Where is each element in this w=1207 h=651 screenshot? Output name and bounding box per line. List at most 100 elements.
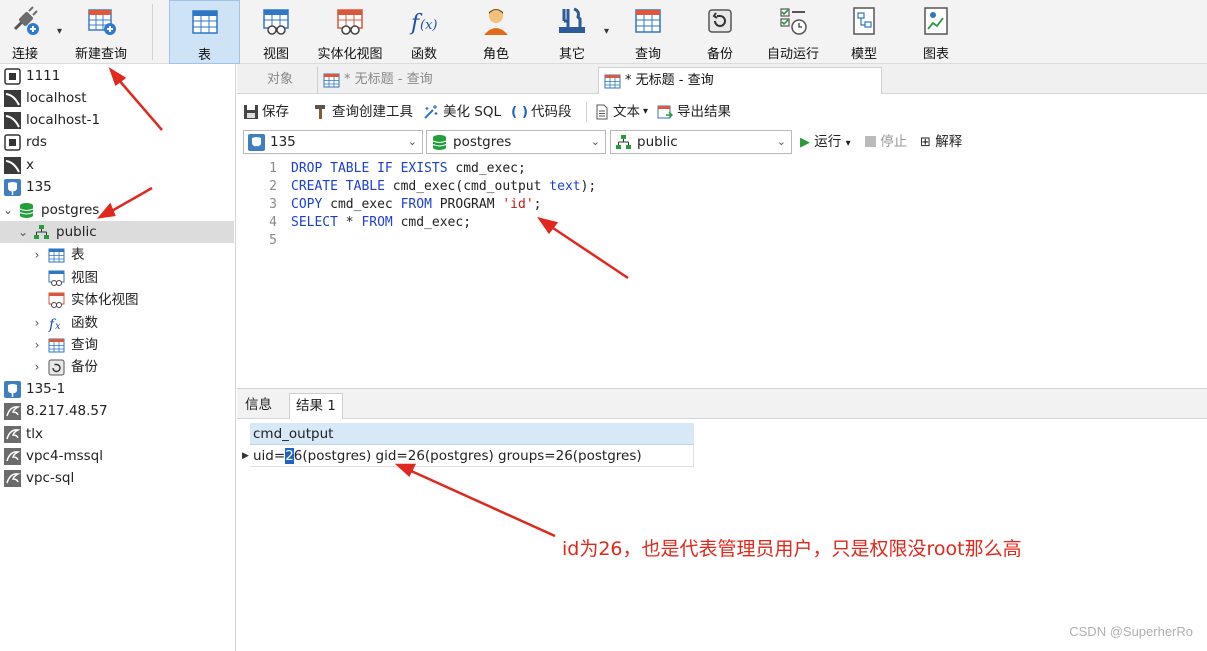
chevron-right-icon[interactable]: › (31, 244, 43, 266)
chevron-down-icon: ⌄ (776, 135, 786, 148)
connect-dropdown-arrow[interactable]: ▾ (57, 26, 62, 37)
role-button[interactable]: 角色 (472, 0, 520, 64)
code-snippet-button[interactable]: ( ) 代码段 (511, 101, 579, 123)
schema-select[interactable]: public ⌄ (610, 130, 792, 154)
sqlserver-icon (4, 403, 21, 420)
tab-query-untitled-active[interactable]: * 无标题 - 查询 (598, 67, 882, 94)
tree-item-connection[interactable]: x (0, 154, 234, 176)
model-icon (853, 7, 875, 35)
tree-item-tables[interactable]: › 表 (0, 244, 234, 266)
export-result-button[interactable]: 导出结果 (657, 101, 747, 123)
line-number: 4 (269, 215, 277, 230)
tree-item-connection[interactable]: 8.217.48.57 (0, 400, 234, 422)
function-button[interactable]: f (x) 函数 (398, 0, 450, 64)
sql-text: cmd_exec (322, 197, 401, 212)
sql-keyword: DROP TABLE IF EXISTS (291, 161, 448, 176)
line-number: 3 (269, 197, 277, 212)
sql-editor[interactable]: 1 2 3 4 5 DROP TABLE IF EXISTS cmd_exec;… (237, 157, 1207, 388)
database-icon (432, 135, 447, 150)
result-cell[interactable]: uid=26(postgres) gid=26(postgres) groups… (253, 445, 642, 467)
materialized-view-button[interactable]: 实体化视图 (312, 0, 388, 64)
result-tab-bar: 信息 结果 1 (237, 389, 1207, 419)
query-button[interactable]: 查询 (624, 0, 672, 64)
tree-item-connection[interactable]: 135-1 (0, 378, 234, 400)
other-button[interactable]: 其它 (548, 0, 596, 64)
tree-item-database[interactable]: ⌄ postgres (0, 199, 234, 221)
query-toolbar: 保存 查询创建工具 美化 SQL ( ) 代码段 文本 ▾ 导出结果 (237, 96, 1207, 128)
text-dropdown-arrow[interactable]: ▾ (643, 101, 648, 123)
line-number: 1 (269, 161, 277, 176)
chevron-right-icon[interactable]: › (31, 312, 43, 334)
query-icon (48, 338, 65, 353)
mysql-icon (4, 157, 21, 174)
tree-item-schema[interactable]: ⌄ public (0, 221, 234, 243)
tree-item-connection[interactable]: rds (0, 131, 234, 153)
play-icon: ▶ (800, 135, 810, 150)
connect-button[interactable]: 连接 (2, 0, 48, 64)
save-button[interactable]: 保存 (243, 101, 295, 123)
view-button[interactable]: 视图 (248, 0, 304, 64)
stop-button[interactable]: 停止 (865, 130, 917, 154)
tree-item-functions[interactable]: › fx 函数 (0, 312, 234, 334)
chart-button[interactable]: 图表 (912, 0, 960, 64)
query-icon (635, 9, 661, 33)
tree-item-connection[interactable]: 1111 (0, 65, 234, 87)
tree-item-backups[interactable]: › 备份 (0, 356, 234, 378)
tab-info[interactable]: 信息 (239, 393, 278, 419)
tab-result-1[interactable]: 结果 1 (289, 393, 343, 419)
tree-item-connection[interactable]: localhost (0, 87, 234, 109)
tree-item-connection[interactable]: vpc-sql (0, 467, 234, 489)
sql-string: 'id' (502, 197, 534, 212)
run-button[interactable]: ▶ 运行 ▾ (800, 130, 864, 154)
database-select[interactable]: postgres ⌄ (426, 130, 606, 154)
run-dropdown-arrow[interactable]: ▾ (846, 138, 851, 149)
tree-item-connection[interactable]: tlx (0, 423, 234, 445)
query-icon (323, 73, 340, 88)
other-dropdown-arrow[interactable]: ▾ (604, 26, 609, 37)
chevron-right-icon[interactable]: › (31, 334, 43, 356)
connection-select[interactable]: 135 ⌄ (243, 130, 423, 154)
new-query-button[interactable]: 新建查询 (68, 0, 134, 64)
chevron-down-icon: ⌄ (407, 135, 417, 148)
magic-wand-icon (424, 105, 438, 119)
chevron-down-icon[interactable]: ⌄ (2, 199, 14, 221)
backup-button[interactable]: 备份 (696, 0, 744, 64)
svg-text:(x): (x) (420, 18, 437, 33)
query-builder-button[interactable]: 查询创建工具 (313, 101, 417, 123)
column-header[interactable]: cmd_output (250, 423, 694, 445)
document-icon (596, 104, 608, 120)
sqlserver-icon (4, 470, 21, 487)
beautify-sql-button[interactable]: 美化 SQL (423, 101, 511, 123)
mysql-icon (4, 112, 21, 129)
table-button[interactable]: 表 (169, 0, 240, 64)
model-button[interactable]: 模型 (840, 0, 888, 64)
table-row[interactable]: ▶ uid=26(postgres) gid=26(postgres) grou… (242, 445, 694, 467)
hammer-icon (315, 105, 325, 119)
tree-item-materialized-views[interactable]: 实体化视图 (0, 289, 234, 311)
sql-text: cmd_exec; (447, 161, 526, 176)
automation-button[interactable]: 自动运行 (760, 0, 826, 64)
tree-item-connection[interactable]: vpc4-mssql (0, 445, 234, 467)
line-number: 2 (269, 179, 277, 194)
explain-button[interactable]: ⊞ 解释 (920, 130, 974, 154)
tree-item-queries[interactable]: › 查询 (0, 334, 234, 356)
mysql-icon (4, 90, 21, 107)
postgresql-icon (248, 134, 265, 151)
tree-item-connection[interactable]: localhost-1 (0, 109, 234, 131)
code-line: DROP TABLE IF EXISTS cmd_exec; (291, 161, 526, 176)
tab-query-untitled[interactable]: * 无标题 - 查询 (317, 67, 597, 94)
sql-keyword: COPY (291, 197, 323, 212)
sql-text: ; (533, 197, 542, 212)
tab-bar: 对象 * 无标题 - 查询 * 无标题 - 查询 (237, 64, 1207, 94)
text-mode-button[interactable]: 文本 ▾ (594, 101, 654, 123)
tab-objects[interactable]: 对象 (243, 67, 317, 94)
chevron-right-icon[interactable]: › (31, 356, 43, 378)
tree-item-connection[interactable]: 135 (0, 176, 234, 198)
watermark: CSDN @SuperherRo (1069, 624, 1193, 639)
tree-item-views[interactable]: 视图 (0, 267, 234, 289)
chevron-down-icon[interactable]: ⌄ (17, 221, 29, 243)
line-number: 5 (269, 233, 277, 248)
explain-icon: ⊞ (920, 135, 931, 150)
save-icon (244, 105, 258, 119)
sqlserver-icon (4, 426, 21, 443)
